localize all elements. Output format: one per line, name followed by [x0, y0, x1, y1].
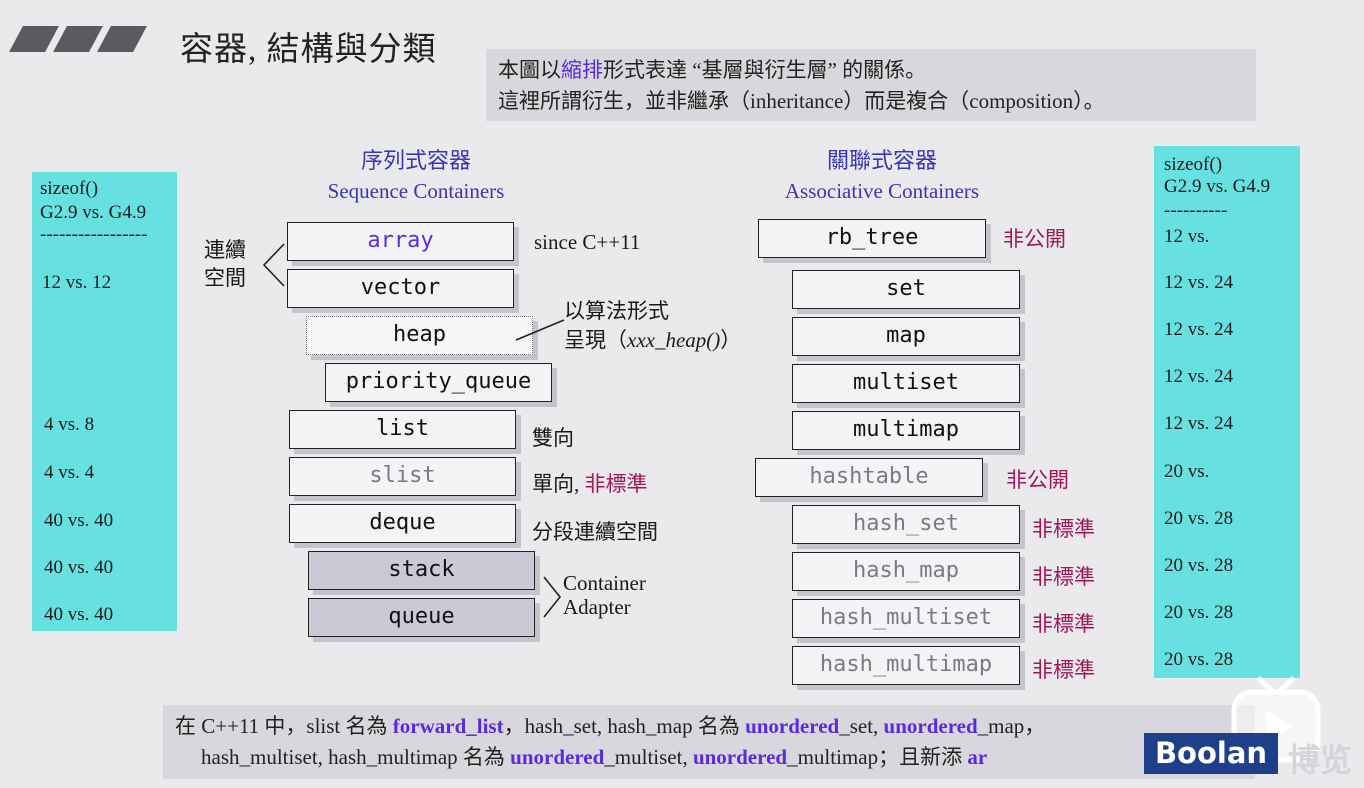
note-line-2: 這裡所謂衍生，並非繼承（inheritance）而是複合（composition… — [498, 89, 1105, 113]
box-hash-map: hash_map — [792, 552, 1020, 591]
box-hashtable: hashtable — [755, 458, 983, 497]
box-array: array — [287, 222, 514, 261]
box-set: set — [792, 270, 1020, 309]
sizeof-list: 4 vs. 8 — [44, 414, 95, 435]
label-rb-tree: 非公開 — [1003, 227, 1066, 251]
label-heap: 以算法形式 呈現（xxx_heap()） — [564, 299, 742, 352]
label-deque: 分段連續空間 — [532, 520, 658, 544]
heap-pointer-line — [515, 319, 565, 341]
box-deque: deque — [289, 504, 516, 543]
left-sizeof-panel: sizeof() G2.9 vs. G4.9 -----------------… — [32, 172, 177, 631]
sizeof-map: 12 vs. 24 — [1164, 319, 1234, 340]
sizeof-multimap: 12 vs. 24 — [1164, 413, 1234, 434]
continuous-space-label: 連續 空間 — [204, 238, 246, 290]
box-vector: vector — [287, 269, 514, 308]
explanation-note: 本圖以縮排形式表達 “基層與衍生層” 的關係。 這裡所謂衍生，並非繼承（inhe… — [486, 49, 1256, 121]
box-rb-tree: rb_tree — [758, 219, 986, 258]
page-title: 容器, 結構與分類 — [180, 32, 437, 68]
label-hash-map: 非標準 — [1032, 565, 1095, 589]
label-hashtable: 非公開 — [1006, 468, 1069, 492]
sizeof-slist: 4 vs. 4 — [44, 462, 95, 483]
label-hash-multimap: 非標準 — [1032, 658, 1095, 682]
sizeof-vector: 12 vs. 12 — [42, 272, 112, 293]
header-decoration — [8, 26, 148, 52]
box-multiset: multiset — [792, 364, 1020, 403]
box-hash-multiset: hash_multiset — [792, 599, 1020, 638]
boolan-logo-zh: 博览 — [1288, 741, 1353, 779]
label-slist: 單向, 非標準 — [532, 472, 648, 496]
cpp11-note-line-1: 在 C++11 中，slist 名為 forward_list，hash_set… — [175, 714, 1046, 738]
right-sizeof-panel: sizeof() G2.9 vs. G4.9 ---------- 12 vs.… — [1154, 146, 1300, 678]
box-multimap: multimap — [792, 411, 1020, 450]
sizeof-multiset: 12 vs. 24 — [1164, 366, 1234, 387]
sizeof-hash-set: 20 vs. 28 — [1164, 508, 1234, 529]
boolan-logo: Boolan — [1144, 733, 1278, 774]
sizeof-rb-tree: 12 vs. — [1164, 226, 1210, 247]
box-map: map — [792, 317, 1020, 356]
label-array: since C++11 — [534, 230, 641, 254]
sizeof-set: 12 vs. 24 — [1164, 272, 1234, 293]
sizeof-stack: 40 vs. 40 — [44, 557, 114, 578]
sizeof-queue: 40 vs. 40 — [44, 604, 114, 625]
box-stack: stack — [308, 551, 535, 590]
label-hash-multiset: 非標準 — [1032, 612, 1095, 636]
box-heap: heap — [306, 316, 533, 355]
cpp11-note: 在 C++11 中，slist 名為 forward_list，hash_set… — [163, 705, 1255, 779]
note-line-1: 本圖以縮排形式表達 “基層與衍生層” 的關係。 — [498, 58, 927, 82]
label-container-adapter: Container Adapter — [563, 571, 646, 619]
label-list: 雙向 — [532, 426, 574, 450]
associative-heading: 關聯式容器 Associative Containers — [784, 148, 980, 203]
box-priority-queue: priority_queue — [325, 363, 552, 402]
sizeof-hashtable: 20 vs. — [1164, 461, 1210, 482]
box-slist: slist — [289, 457, 516, 496]
continuous-brace-icon — [262, 243, 285, 287]
sizeof-hash-map: 20 vs. 28 — [1164, 555, 1234, 576]
sizeof-hash-multiset: 20 vs. 28 — [1164, 602, 1234, 623]
cpp11-note-line-2: hash_multiset, hash_multimap 名為 unordere… — [201, 745, 988, 769]
box-list: list — [289, 410, 516, 449]
box-hash-multimap: hash_multimap — [792, 646, 1020, 685]
label-hash-set: 非標準 — [1032, 517, 1095, 541]
sequence-heading: 序列式容器 Sequence Containers — [327, 148, 505, 203]
box-queue: queue — [308, 598, 535, 637]
box-hash-set: hash_set — [792, 505, 1020, 544]
sizeof-hash-multimap: 20 vs. 28 — [1164, 649, 1234, 670]
sizeof-deque: 40 vs. 40 — [44, 510, 114, 531]
